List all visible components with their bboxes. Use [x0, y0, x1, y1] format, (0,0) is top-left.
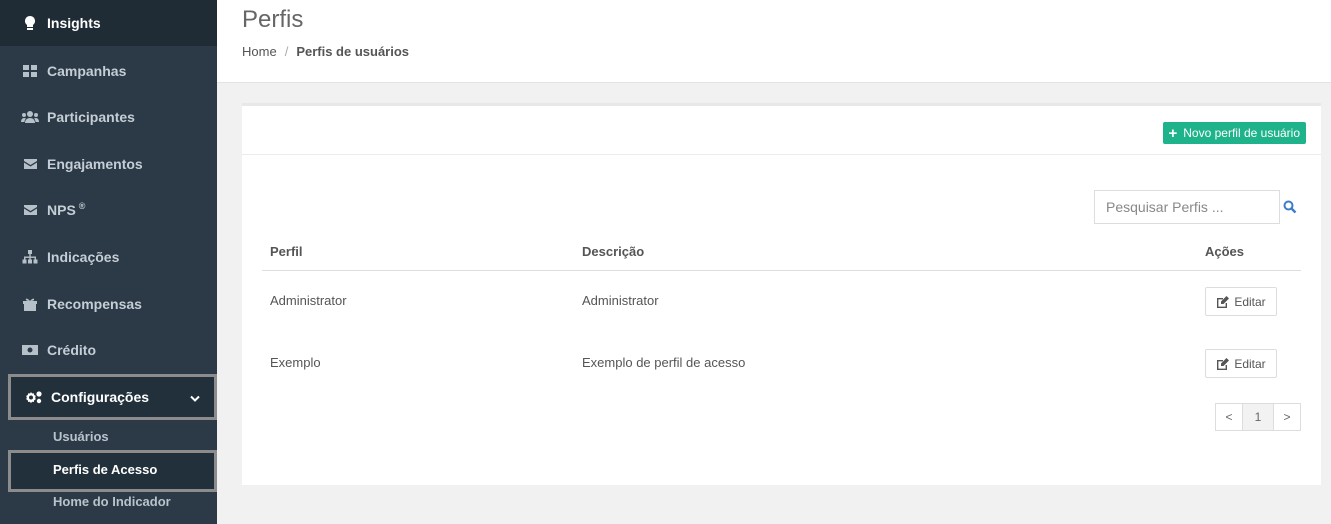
edit-button[interactable]: Editar — [1205, 349, 1277, 378]
envelope-icon — [21, 203, 39, 217]
sidebar-item-label: Campanhas — [47, 63, 127, 79]
pagination: < 1 > — [1215, 403, 1301, 431]
sidebar-item-campanhas[interactable]: Campanhas — [0, 48, 217, 94]
gift-icon — [21, 297, 39, 311]
page-header: Perfis Home / Perfis de usuários — [217, 0, 1331, 83]
edit-button-label: Editar — [1234, 356, 1266, 371]
sidebar-item-label: Recompensas — [47, 296, 142, 312]
registered-mark: ® — [78, 201, 86, 211]
breadcrumb: Home / Perfis de usuários — [242, 44, 409, 59]
submenu-item-usuarios[interactable]: Usuários — [53, 429, 109, 444]
submenu-item-home-do-indicador[interactable]: Home do Indicador — [53, 494, 171, 509]
column-header-descricao: Descrição — [582, 244, 645, 259]
sidebar-item-label: Indicações — [47, 249, 120, 265]
envelope-icon — [21, 157, 39, 171]
sidebar-item-nps[interactable]: NPS ® — [0, 187, 217, 233]
lightbulb-icon — [21, 16, 39, 30]
sidebar: Insights Campanhas Participantes Engajam… — [0, 0, 217, 524]
cell-descricao: Administrator — [582, 293, 659, 308]
page-title: Perfis — [242, 6, 304, 33]
pagination-page-1[interactable]: 1 — [1243, 403, 1273, 431]
sidebar-item-engajamentos[interactable]: Engajamentos — [0, 141, 217, 187]
money-icon — [21, 343, 39, 357]
sidebar-item-recompensas[interactable]: Recompensas — [0, 281, 217, 327]
new-profile-button-label: Novo perfil de usuário — [1183, 126, 1300, 140]
sidebar-item-label: Configurações — [51, 389, 150, 405]
plus-icon: + — [1168, 124, 1178, 142]
sitemap-icon — [21, 250, 39, 264]
profiles-card: + Novo perfil de usuário Perfil Descriçã… — [242, 103, 1321, 485]
cell-perfil: Exemplo — [270, 355, 321, 370]
edit-icon — [1217, 357, 1230, 370]
sidebar-item-credito[interactable]: Crédito — [0, 327, 217, 373]
breadcrumb-current: Perfis de usuários — [296, 44, 410, 59]
sidebar-item-label: Engajamentos — [47, 156, 143, 172]
sidebar-item-label: NPS — [47, 202, 76, 218]
sidebar-item-insights[interactable]: Insights — [0, 0, 217, 46]
sidebar-item-label: Crédito — [47, 342, 96, 358]
cell-descricao: Exemplo de perfil de acesso — [582, 355, 746, 370]
users-icon — [21, 110, 39, 124]
pagination-next-button[interactable]: > — [1273, 403, 1301, 431]
sidebar-item-configuracoes[interactable]: Configurações — [8, 374, 217, 420]
search-icon[interactable] — [1283, 200, 1297, 219]
column-header-perfil: Perfil — [270, 244, 303, 259]
breadcrumb-separator: / — [284, 44, 289, 59]
card-header: + Novo perfil de usuário — [242, 106, 1321, 155]
header-divider — [262, 270, 1301, 271]
dashboard-icon — [21, 64, 39, 78]
cell-perfil: Administrator — [270, 293, 347, 308]
gears-icon — [25, 390, 43, 404]
breadcrumb-home-link[interactable]: Home — [242, 44, 277, 59]
search-input[interactable] — [1094, 190, 1280, 224]
sidebar-item-label: Participantes — [47, 109, 135, 125]
pagination-prev-button[interactable]: < — [1215, 403, 1243, 431]
chevron-down-icon — [190, 390, 200, 406]
column-header-acoes: Ações — [1205, 244, 1245, 259]
edit-button-label: Editar — [1234, 294, 1266, 309]
sidebar-item-indicacoes[interactable]: Indicações — [0, 234, 217, 280]
edit-button[interactable]: Editar — [1205, 287, 1277, 316]
sidebar-item-participantes[interactable]: Participantes — [0, 94, 217, 140]
submenu-item-perfis-de-acesso[interactable]: Perfis de Acesso — [53, 462, 157, 477]
edit-icon — [1217, 295, 1230, 308]
sidebar-item-label: Insights — [47, 15, 101, 31]
new-profile-button[interactable]: + Novo perfil de usuário — [1162, 122, 1306, 144]
